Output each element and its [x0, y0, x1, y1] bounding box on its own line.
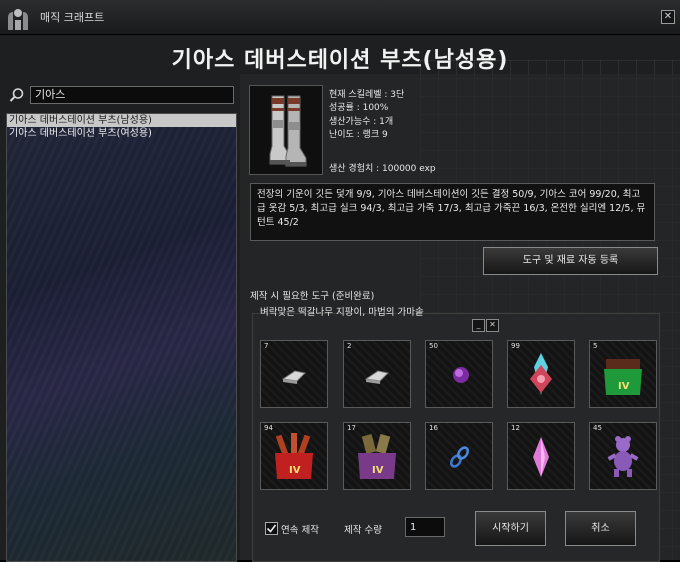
recipe-list[interactable]: 기아스 데버스테이션 부츠(남성용) 기아스 데버스테이션 부츠(여성용) — [6, 113, 237, 562]
material-slot[interactable]: 50 — [425, 340, 493, 408]
check-icon — [266, 524, 277, 533]
materials-description: 전장의 기운이 깃든 덫개 9/9, 기아스 데버스테이션이 깃든 결정 50/… — [250, 183, 655, 241]
list-item-boots-female[interactable]: 기아스 데버스테이션 부츠(여성용) — [7, 127, 236, 140]
tools-list: 벼락맞은 떡갈나무 지팡이, 마법의 가마솥 — [260, 307, 424, 318]
magic-craft-window: 매직 크래프트 ✕ 기아스 데버스테이션 부츠(남성용) 기아스 데버스테이션 … — [0, 0, 680, 562]
material-slot[interactable]: 99 — [507, 340, 575, 408]
metal-ingot-icon — [281, 370, 307, 384]
continuous-craft-checkbox[interactable] — [265, 522, 278, 535]
boots-icon — [269, 95, 307, 167]
material-slot[interactable]: 12 — [507, 422, 575, 490]
craftable-count: 생산가능수 : 1개 — [329, 117, 394, 127]
crystal-core-icon — [530, 353, 552, 395]
material-slot[interactable]: 94 IV — [260, 422, 328, 490]
material-slot[interactable]: 45 — [589, 422, 657, 490]
start-button[interactable]: 시작하기 — [475, 511, 546, 546]
quantity-label: 제작 수량 — [344, 525, 382, 536]
slot-quantity: 5 — [593, 342, 598, 350]
purple-creature-icon — [607, 436, 639, 477]
brown-bag-iv-icon: IV — [358, 434, 396, 479]
window-title: 매직 크래프트 — [40, 11, 105, 24]
magic-craft-icon — [8, 9, 28, 30]
tools-label: 제작 시 필요한 도구 (준비완료) — [250, 291, 375, 302]
green-bag-iv-icon: IV — [604, 359, 642, 395]
slot-quantity: 7 — [264, 342, 269, 350]
title-bar[interactable]: 매직 크래프트 ✕ — [0, 0, 680, 35]
auto-register-button[interactable]: 도구 및 재료 자동 등록 — [483, 247, 658, 275]
window-close-button[interactable]: ✕ — [661, 10, 675, 24]
svg-text:IV: IV — [372, 465, 384, 476]
svg-text:IV: IV — [618, 381, 630, 392]
list-item-boots-male[interactable]: 기아스 데버스테이션 부츠(남성용) — [7, 114, 236, 127]
minimize-button[interactable]: _ — [472, 319, 485, 332]
continuous-craft-label: 연속 제작 — [281, 525, 319, 536]
material-slot[interactable]: 5 IV — [589, 340, 657, 408]
metal-ingot-icon — [364, 370, 390, 384]
success-rate: 성공률 : 100% — [329, 103, 389, 113]
red-bag-iv-icon: IV — [275, 433, 313, 479]
purple-gem-icon — [453, 367, 469, 383]
svg-text:IV: IV — [289, 465, 301, 476]
quantity-input[interactable] — [405, 517, 445, 537]
search-icon — [9, 88, 24, 102]
slot-quantity: 2 — [347, 342, 352, 350]
chain-link-icon — [449, 446, 470, 468]
material-slot[interactable]: 16 — [425, 422, 493, 490]
material-slot[interactable]: 7 — [260, 340, 328, 408]
list-background — [7, 114, 236, 561]
pink-crystal-icon — [533, 437, 549, 477]
material-slot[interactable]: 2 — [343, 340, 411, 408]
cancel-button[interactable]: 취소 — [565, 511, 636, 546]
item-preview — [249, 85, 323, 175]
material-slot[interactable]: 17 IV — [343, 422, 411, 490]
difficulty: 난이도 : 랭크 9 — [329, 130, 388, 140]
search-input[interactable] — [30, 86, 234, 104]
panel-close-button[interactable]: ✕ — [486, 319, 499, 332]
skill-level: 현재 스킬레벨 : 3단 — [329, 90, 405, 100]
item-title: 기아스 데버스테이션 부츠(남성용) — [171, 48, 509, 73]
production-exp: 생산 경험치 : 100000 exp — [329, 164, 436, 174]
